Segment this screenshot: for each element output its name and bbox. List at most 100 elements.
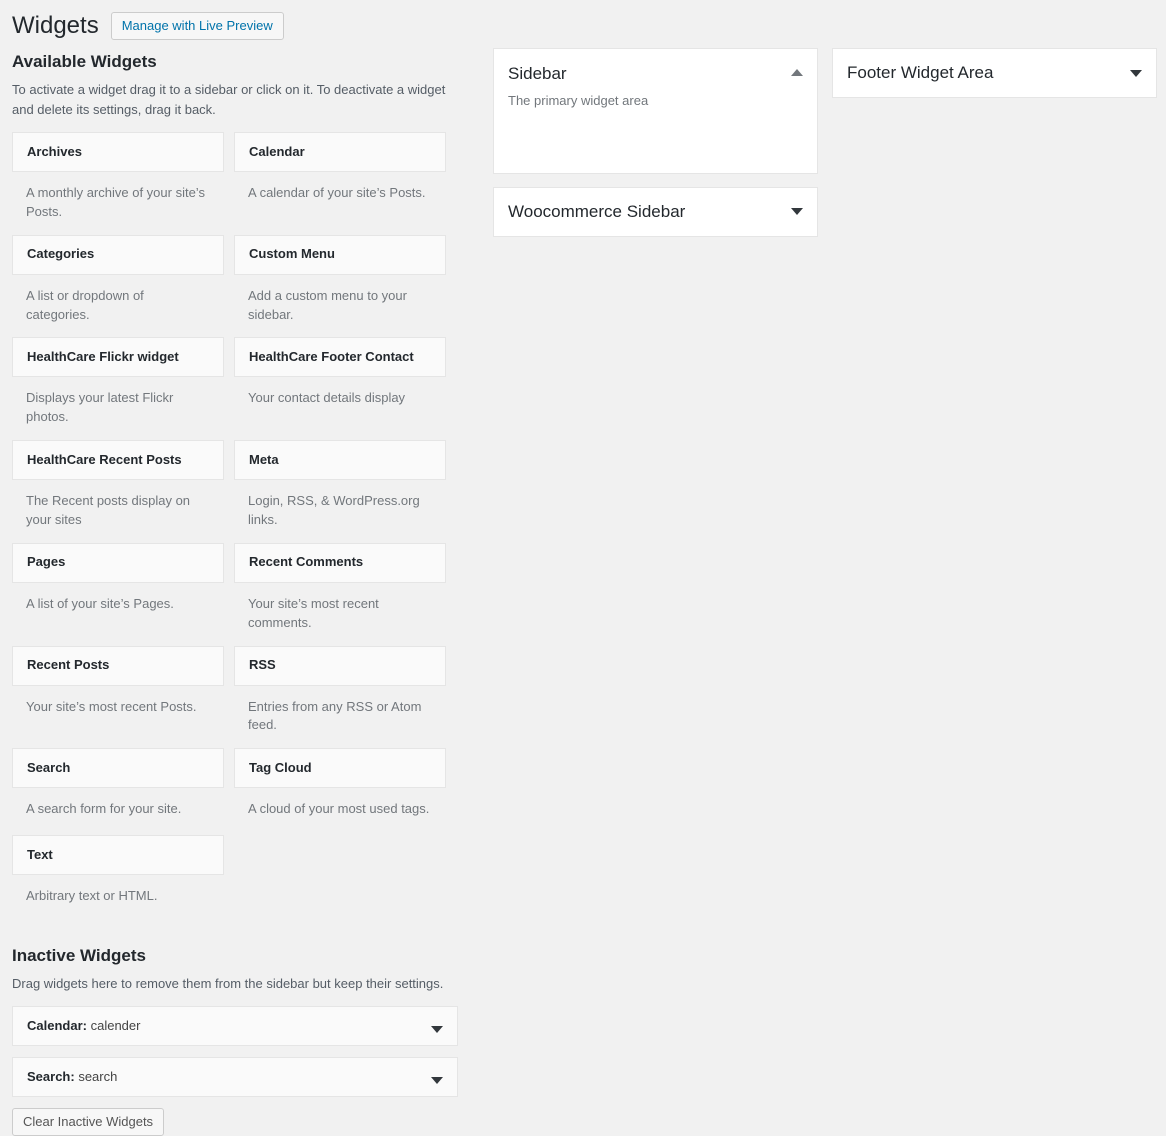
inactive-widget-instance: search [78, 1068, 118, 1084]
sidebar-panel-dropzone[interactable] [494, 111, 817, 173]
available-widget-description: Entries from any RSS or Atom feed. [248, 698, 422, 733]
available-widget-title: Archives [27, 143, 82, 159]
chevron-down-icon[interactable] [791, 208, 803, 216]
available-widget-description: A calendar of your site’s Posts. [248, 185, 426, 201]
clear-inactive-widgets-wrap: Clear Inactive Widgets [12, 1108, 458, 1136]
inactive-widget-label: Search: search [27, 1069, 117, 1086]
available-widget-card[interactable]: Archives [12, 132, 224, 173]
available-widget-description: Your site’s most recent comments. [248, 595, 379, 630]
sidebar-panel: Sidebar The primary widget area [493, 48, 818, 174]
chevron-down-icon[interactable] [431, 1025, 443, 1033]
available-widget-description: A search form for your site. [26, 801, 182, 817]
available-widgets-region: Available Widgets To activate a widget d… [0, 50, 470, 1136]
page-title: Widgets [12, 12, 99, 39]
available-widget-title: Text [27, 846, 53, 862]
available-widget-title: Recent Posts [27, 657, 110, 673]
available-widget-title: RSS [249, 657, 276, 673]
sidebar-panel-header[interactable]: Sidebar [494, 49, 817, 85]
available-widget-card[interactable]: Text [12, 835, 224, 876]
available-widget-title: Pages [27, 554, 66, 570]
available-widget-title: Calendar [249, 143, 305, 159]
available-widget-cell: Custom Menu Add a custom menu to your sid… [234, 234, 446, 335]
available-widget-card[interactable]: Search [12, 748, 224, 789]
inactive-widgets-description: Drag widgets here to remove them from th… [12, 976, 444, 991]
available-widget-cell: Tag Cloud A cloud of your most used tags. [234, 748, 446, 832]
available-widget-cell: Calendar A calendar of your site’s Posts. [234, 132, 446, 232]
chevron-down-icon[interactable] [1130, 69, 1142, 77]
available-widget-cell: Archives A monthly archive of your site’s… [12, 132, 224, 232]
available-widget-cell: Text Arbitrary text or HTML. [12, 835, 224, 919]
available-widget-title: HealthCare Flickr widget [27, 349, 179, 364]
available-widget-cell: HealthCare Flickr widget Displays your la… [12, 337, 224, 437]
available-widget-title: HealthCare Footer Contact [249, 349, 414, 364]
inactive-widget-label: Calendar: calender [27, 1018, 140, 1035]
available-widget-description: Displays your latest Flickr photos. [26, 390, 174, 425]
sidebar-panel-description: The primary widget area [508, 93, 649, 109]
available-widget-card[interactable]: Tag Cloud [234, 748, 446, 789]
available-widget-title: Categories [27, 246, 95, 262]
available-widget-title: Meta [249, 451, 279, 467]
available-widget-card[interactable]: Categories [12, 234, 224, 275]
available-widget-title: HealthCare Recent Posts [27, 451, 182, 467]
page-header: Widgets Manage with Live Preview [12, 6, 284, 45]
available-widget-title: Tag Cloud [249, 759, 312, 775]
available-widget-card[interactable]: Custom Menu [234, 234, 446, 275]
clear-inactive-widgets-button[interactable]: Clear Inactive Widgets [12, 1108, 165, 1136]
available-widget-description: Login, RSS, & WordPress.org links. [248, 493, 420, 527]
available-widget-description: Arbitrary text or HTML. [26, 888, 158, 904]
available-widget-cell: Pages A list of your site’s Pages. [12, 542, 224, 643]
available-widget-cell: Categories A list or dropdown of categori… [12, 234, 224, 335]
sidebar-panel-header[interactable]: Woocommerce Sidebar [494, 188, 817, 236]
sidebar-panel-title: Woocommerce Sidebar [508, 201, 686, 221]
available-widget-cell: Search A search form for your site. [12, 748, 224, 832]
available-widget-title: Custom Menu [249, 246, 335, 262]
available-widget-card[interactable]: Calendar [234, 132, 446, 173]
available-widgets-heading: Available Widgets [12, 52, 157, 71]
available-widgets-grid: Archives A monthly archive of your site’s… [12, 132, 458, 922]
available-widget-card[interactable]: HealthCare Recent Posts [12, 440, 224, 481]
available-widget-card[interactable]: HealthCare Flickr widget [12, 337, 224, 378]
available-widget-card[interactable]: Pages [12, 542, 224, 583]
inactive-widget-type: Calendar: [27, 1017, 87, 1033]
available-widget-cell: RSS Entries from any RSS or Atom feed. [234, 645, 446, 746]
available-widget-card[interactable]: Meta [234, 440, 446, 481]
chevron-down-icon[interactable] [431, 1076, 443, 1084]
manage-with-live-preview-button[interactable]: Manage with Live Preview [110, 11, 284, 40]
inactive-widgets-list: Calendar: calender Search: search [0, 1006, 470, 1098]
available-widget-cell: Meta Login, RSS, & WordPress.org links. [234, 440, 446, 540]
sidebar-panel: Woocommerce Sidebar [493, 186, 818, 237]
inactive-widgets-region: Inactive Widgets Drag widgets here to re… [0, 944, 470, 1136]
available-widget-description: A list of your site’s Pages. [26, 595, 174, 611]
sidebar-panel-title: Sidebar [508, 64, 567, 83]
available-widget-title: Search [27, 759, 71, 775]
sidebar-panel-header[interactable]: Footer Widget Area [833, 49, 1156, 97]
available-widget-description: A cloud of your most used tags. [248, 801, 430, 817]
available-widget-cell: Recent Comments Your site’s most recent c… [234, 542, 446, 643]
inactive-widget-instance: calender [90, 1017, 141, 1033]
available-widget-card[interactable]: Recent Comments [234, 542, 446, 583]
available-widgets-description: To activate a widget drag it to a sideba… [12, 81, 446, 117]
inactive-widget-row[interactable]: Search: search [12, 1057, 458, 1098]
available-widget-description: Add a custom menu to your sidebar. [248, 287, 407, 322]
sidebar-column: Footer Widget Area [832, 48, 1157, 250]
available-widget-title: Recent Comments [249, 554, 364, 570]
available-widget-cell: HealthCare Recent Posts The Recent posts … [12, 440, 224, 540]
sidebar-areas-region: Sidebar The primary widget area Woocommerc… [493, 48, 1166, 250]
chevron-up-icon[interactable] [791, 69, 803, 76]
sidebar-column: Sidebar The primary widget area Woocommerc… [493, 48, 818, 250]
inactive-widgets-heading: Inactive Widgets [12, 946, 146, 966]
sidebar-panel-title: Footer Widget Area [847, 62, 994, 82]
available-widget-card[interactable]: HealthCare Footer Contact [234, 337, 446, 378]
available-widget-description: A list or dropdown of categories. [26, 287, 144, 322]
sidebar-panel: Footer Widget Area [832, 48, 1157, 98]
inactive-widget-row[interactable]: Calendar: calender [12, 1006, 458, 1047]
available-widget-description: Your site’s most recent Posts. [26, 698, 197, 714]
available-widget-description: A monthly archive of your site’s Posts. [26, 185, 205, 219]
available-widget-description: Your contact details display [248, 390, 406, 406]
available-widget-cell: Recent Posts Your site’s most recent Post… [12, 645, 224, 746]
available-widget-card[interactable]: RSS [234, 645, 446, 686]
available-widget-card[interactable]: Recent Posts [12, 645, 224, 686]
available-widget-description: The Recent posts display on your sites [26, 493, 191, 527]
inactive-widget-type: Search: [27, 1068, 75, 1084]
available-widget-cell: HealthCare Footer Contact Your contact de… [234, 337, 446, 437]
